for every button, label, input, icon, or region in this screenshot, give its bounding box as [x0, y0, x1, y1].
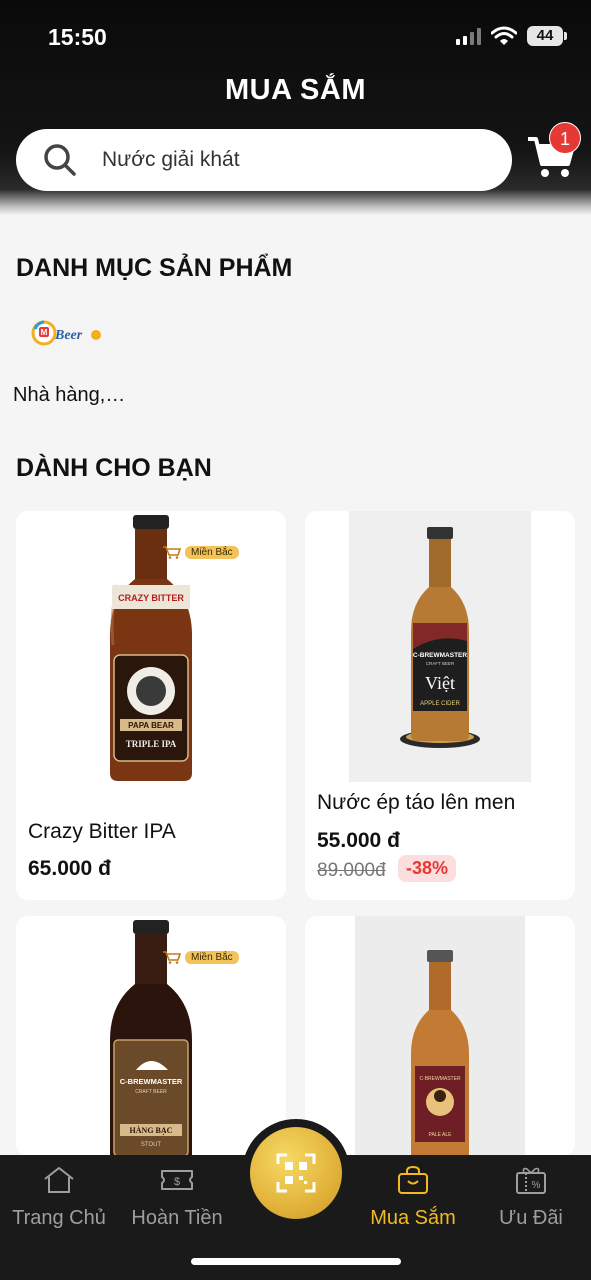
product-card[interactable]: C-BREWMASTER PALE ALE	[305, 916, 575, 1156]
search-icon	[44, 144, 76, 176]
bottle-label-text: CRAZY BITTER	[118, 593, 184, 603]
bottle-label-text: C-BREWMASTER	[413, 652, 467, 659]
bottle-label-text: HÀNG BẠC	[130, 1125, 173, 1135]
svg-text:%: %	[532, 1180, 541, 1191]
tab-shopping[interactable]: Mua Sắm	[354, 1155, 472, 1245]
cart-small-icon	[163, 951, 182, 964]
tab-label: Ưu Đãi	[499, 1207, 563, 1229]
category-restaurant[interactable]: Nhà hàng,…	[13, 384, 125, 407]
home-indicator	[191, 1258, 401, 1265]
status-time: 15:50	[48, 24, 107, 50]
bottle-label-text: PALE ALE	[429, 1132, 453, 1138]
bottle-label-text: PAPA BEAR	[128, 721, 174, 730]
bottle-label-text: Việt	[425, 673, 455, 693]
qr-scan-icon	[276, 1153, 316, 1193]
qr-scan-button[interactable]	[250, 1127, 342, 1219]
product-card[interactable]: C-BREWMASTER CRAFT BEER Việt APPLE CIDER…	[305, 511, 575, 900]
svg-text:Beer: Beer	[54, 328, 83, 343]
product-image: C-BREWMASTER PALE ALE	[355, 916, 525, 1156]
bottle-label-text: CRAFT BEER	[426, 661, 455, 666]
header: 15:50 44 MUA SẮM Nước giải khát 1	[0, 0, 591, 215]
mbeer-logo[interactable]: M Beer	[30, 315, 104, 351]
bottle-label-text: CRAFT BEER	[135, 1089, 167, 1095]
svg-text:$: $	[174, 1176, 180, 1188]
signal-icon	[456, 27, 481, 45]
search-input[interactable]: Nước giải khát	[102, 148, 240, 172]
tab-deals[interactable]: % Ưu Đãi	[472, 1155, 590, 1245]
categories-title: DANH MỤC SẢN PHẨM	[16, 254, 293, 282]
region-label: Miền Bắc	[185, 545, 239, 559]
tab-label: Mua Sắm	[370, 1207, 456, 1229]
product-price: 55.000 đ	[317, 829, 400, 852]
bottle-label-text: APPLE CIDER	[420, 701, 460, 707]
product-old-price: 89.000đ	[317, 860, 386, 881]
shopping-bag-icon	[398, 1165, 428, 1194]
search-bar[interactable]: Nước giải khát	[16, 129, 512, 191]
svg-text:M: M	[41, 328, 48, 337]
tab-label: Hoàn Tiền	[131, 1207, 223, 1229]
bottle-label-text: TRIPLE IPA	[126, 739, 177, 749]
battery-icon: 44	[527, 26, 567, 46]
product-price: 65.000 đ	[28, 857, 111, 880]
region-label: Miền Bắc	[185, 950, 239, 964]
recommended-title: DÀNH CHO BẠN	[16, 454, 212, 482]
region-tag: Miền Bắc	[162, 950, 239, 964]
product-card[interactable]: C-BREWMASTER CRAFT BEER HÀNG BẠC STOUT M…	[16, 916, 286, 1156]
tab-label: Trang Chủ	[12, 1207, 106, 1229]
discount-badge: -38%	[398, 855, 457, 882]
product-image: C-BREWMASTER CRAFT BEER Việt APPLE CIDER	[349, 511, 531, 782]
bottle-label-text: C-BREWMASTER	[120, 1077, 183, 1086]
product-name: Nước ép táo lên men	[317, 791, 516, 814]
status-icons: 44	[456, 26, 567, 46]
wifi-icon	[491, 26, 517, 45]
product-card[interactable]: CRAZY BITTER PAPA BEAR TRIPLE IPA Miền B…	[16, 511, 286, 900]
product-name: Crazy Bitter IPA	[28, 820, 176, 843]
page-title: MUA SẮM	[225, 74, 366, 106]
cart-small-icon	[163, 546, 182, 559]
ticket-icon: $	[161, 1170, 193, 1190]
bottle-label-text: STOUT	[141, 1142, 162, 1148]
home-icon	[44, 1167, 74, 1193]
tab-home[interactable]: Trang Chủ	[0, 1155, 118, 1245]
tab-cashback[interactable]: $ Hoàn Tiền	[118, 1155, 236, 1245]
bottle-label-text: C-BREWMASTER	[419, 1076, 461, 1082]
cart-count-badge: 1	[549, 122, 581, 154]
region-tag: Miền Bắc	[162, 545, 239, 559]
gift-percent-icon: %	[516, 1167, 546, 1194]
